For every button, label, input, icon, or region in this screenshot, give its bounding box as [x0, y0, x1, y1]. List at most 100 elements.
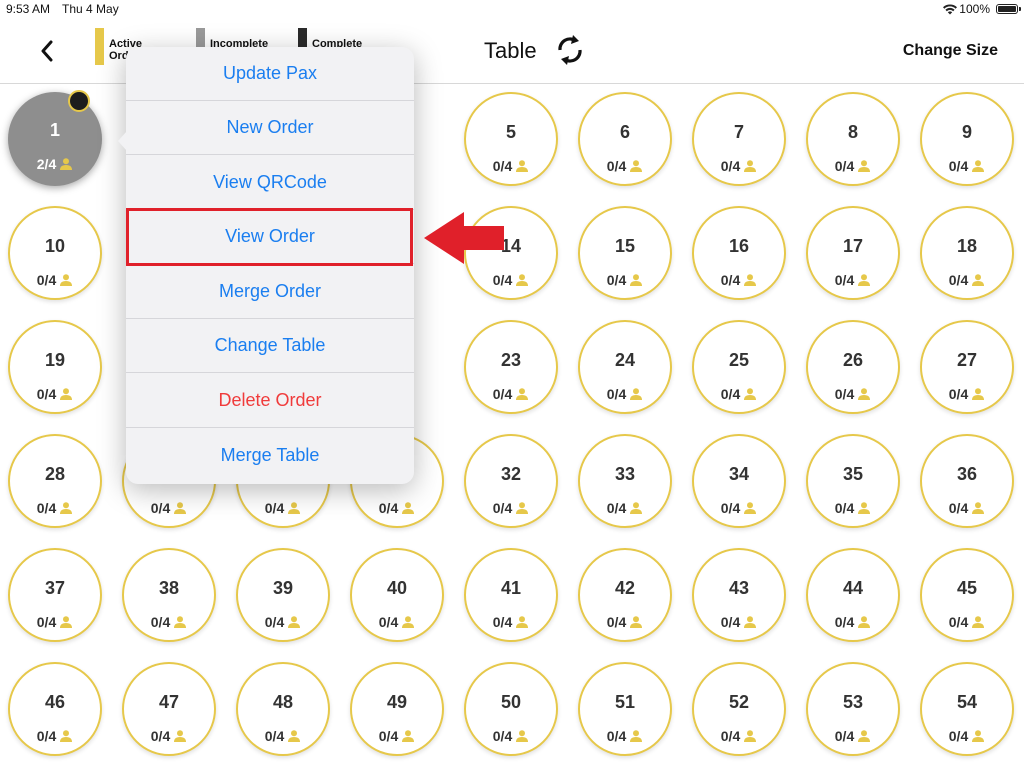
table-27[interactable]: 27 0/4: [920, 320, 1014, 414]
table-8[interactable]: 8 0/4: [806, 92, 900, 186]
table-16[interactable]: 16 0/4: [692, 206, 786, 300]
status-time: 9:53 AM: [6, 2, 51, 16]
menu-item-merge-table[interactable]: Merge Table: [126, 428, 414, 482]
table-26[interactable]: 26 0/4: [806, 320, 900, 414]
table-18[interactable]: 18 0/4: [920, 206, 1014, 300]
table-pax: 0/4: [808, 158, 898, 174]
table-24[interactable]: 24 0/4: [578, 320, 672, 414]
refresh-button[interactable]: [554, 32, 586, 68]
table-45[interactable]: 45 0/4: [920, 548, 1014, 642]
table-40[interactable]: 40 0/4: [350, 548, 444, 642]
table-37[interactable]: 37 0/4: [8, 548, 102, 642]
pax-count: 0/4: [948, 500, 969, 516]
person-icon: [60, 274, 73, 286]
page-title: Table: [484, 38, 537, 63]
table-number: 32: [500, 464, 522, 484]
table-9[interactable]: 9 0/4: [920, 92, 1014, 186]
table-44[interactable]: 44 0/4: [806, 548, 900, 642]
person-icon: [744, 502, 757, 514]
table-number: 43: [728, 578, 750, 598]
menu-item-new-order[interactable]: New Order: [126, 101, 414, 155]
pax-count: 0/4: [606, 614, 627, 630]
table-number: 8: [847, 122, 858, 142]
table-pax: 0/4: [352, 614, 442, 630]
pax-count: 0/4: [720, 500, 741, 516]
table-38[interactable]: 38 0/4: [122, 548, 216, 642]
table-number: 27: [956, 350, 978, 370]
person-icon: [516, 730, 529, 742]
table-52[interactable]: 52 0/4: [692, 662, 786, 756]
menu-item-view-qrcode[interactable]: View QRCode: [126, 156, 414, 210]
table-17[interactable]: 17 0/4: [806, 206, 900, 300]
pax-count: 0/4: [150, 614, 171, 630]
table-pax: 0/4: [10, 728, 100, 744]
person-icon: [60, 730, 73, 742]
table-number: 40: [386, 578, 408, 598]
table-54[interactable]: 54 0/4: [920, 662, 1014, 756]
table-53[interactable]: 53 0/4: [806, 662, 900, 756]
person-icon: [630, 616, 643, 628]
table-19[interactable]: 19 0/4: [8, 320, 102, 414]
table-number: 24: [614, 350, 636, 370]
table-pax: 0/4: [352, 500, 442, 516]
table-pax: 0/4: [238, 500, 328, 516]
table-23[interactable]: 23 0/4: [464, 320, 558, 414]
pax-count: 0/4: [264, 728, 285, 744]
menu-item-change-table[interactable]: Change Table: [126, 319, 414, 373]
table-6[interactable]: 6 0/4: [578, 92, 672, 186]
table-32[interactable]: 32 0/4: [464, 434, 558, 528]
person-icon: [288, 730, 301, 742]
table-46[interactable]: 46 0/4: [8, 662, 102, 756]
menu-item-delete-order[interactable]: Delete Order: [126, 374, 414, 428]
pax-count: 0/4: [948, 272, 969, 288]
pax-count: 2/4: [36, 156, 57, 172]
person-icon: [972, 502, 985, 514]
table-35[interactable]: 35 0/4: [806, 434, 900, 528]
menu-item-update-pax[interactable]: Update Pax: [126, 47, 414, 101]
table-42[interactable]: 42 0/4: [578, 548, 672, 642]
table-pax: 0/4: [124, 728, 214, 744]
table-7[interactable]: 7 0/4: [692, 92, 786, 186]
table-10[interactable]: 10 0/4: [8, 206, 102, 300]
table-50[interactable]: 50 0/4: [464, 662, 558, 756]
person-icon: [630, 274, 643, 286]
table-pax: 0/4: [808, 614, 898, 630]
table-48[interactable]: 48 0/4: [236, 662, 330, 756]
pax-count: 0/4: [720, 728, 741, 744]
table-number: 6: [619, 122, 630, 142]
table-41[interactable]: 41 0/4: [464, 548, 558, 642]
person-icon: [858, 502, 871, 514]
person-icon: [858, 388, 871, 400]
menu-item-merge-order[interactable]: Merge Order: [126, 265, 414, 319]
table-51[interactable]: 51 0/4: [578, 662, 672, 756]
person-icon: [174, 730, 187, 742]
table-pax: 0/4: [922, 158, 1012, 174]
table-34[interactable]: 34 0/4: [692, 434, 786, 528]
pax-count: 0/4: [264, 614, 285, 630]
table-number: 38: [158, 578, 180, 598]
person-icon: [630, 388, 643, 400]
table-28[interactable]: 28 0/4: [8, 434, 102, 528]
table-number: 36: [956, 464, 978, 484]
pax-count: 0/4: [948, 158, 969, 174]
table-number: 15: [614, 236, 636, 256]
table-pax: 0/4: [580, 614, 670, 630]
table-pax: 0/4: [694, 614, 784, 630]
table-number: 50: [500, 692, 522, 712]
table-47[interactable]: 47 0/4: [122, 662, 216, 756]
table-pax: 0/4: [238, 614, 328, 630]
table-5[interactable]: 5 0/4: [464, 92, 558, 186]
change-size-button[interactable]: Change Size: [903, 42, 998, 60]
table-1[interactable]: 1 2/4: [8, 90, 102, 186]
table-33[interactable]: 33 0/4: [578, 434, 672, 528]
back-button[interactable]: [34, 36, 60, 66]
table-49[interactable]: 49 0/4: [350, 662, 444, 756]
table-25[interactable]: 25 0/4: [692, 320, 786, 414]
person-icon: [288, 502, 301, 514]
table-15[interactable]: 15 0/4: [578, 206, 672, 300]
table-39[interactable]: 39 0/4: [236, 548, 330, 642]
table-43[interactable]: 43 0/4: [692, 548, 786, 642]
table-36[interactable]: 36 0/4: [920, 434, 1014, 528]
person-icon: [630, 502, 643, 514]
person-icon: [402, 730, 415, 742]
